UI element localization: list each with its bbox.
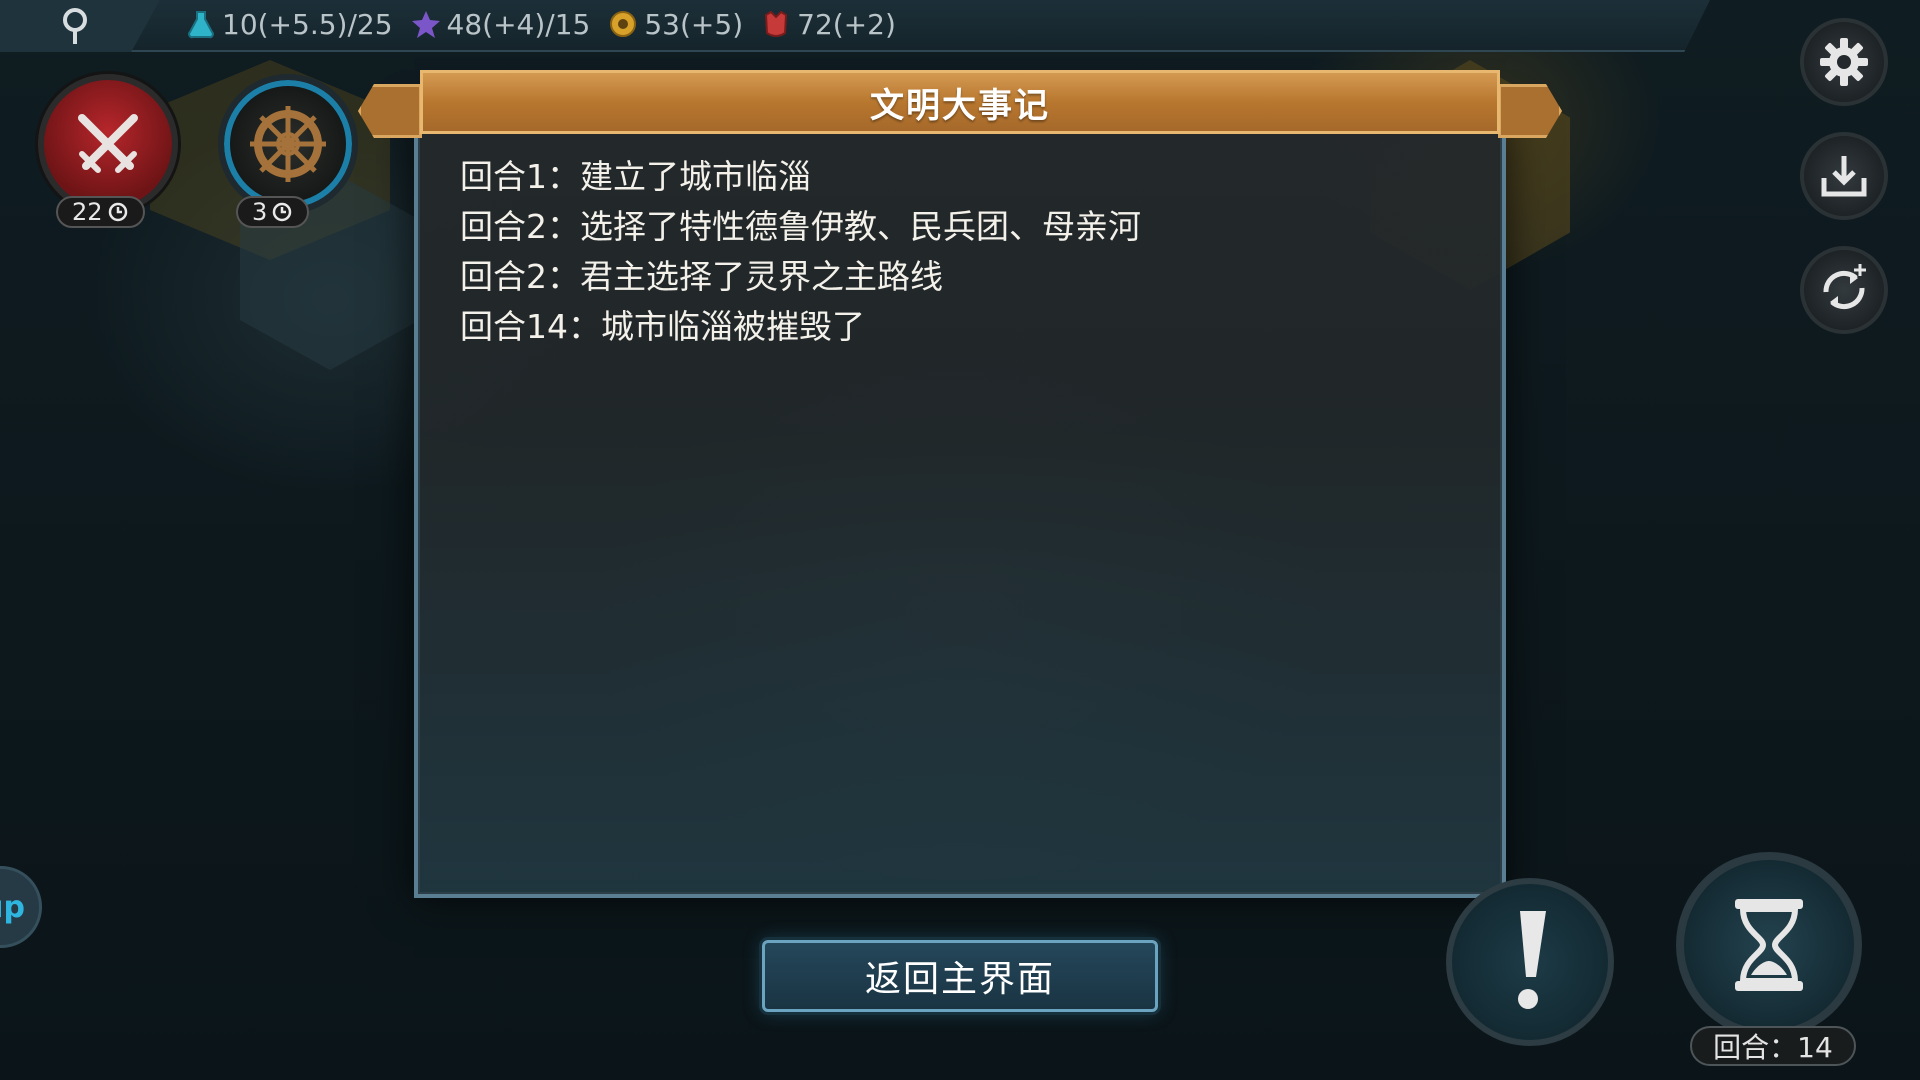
wheel-counter-value: 3 — [252, 198, 268, 226]
star-icon — [411, 11, 440, 38]
gear-icon — [1820, 38, 1868, 86]
dialog-title-banner: 文明大事记 — [420, 70, 1500, 134]
resource-culture[interactable]: 48(+4)/15 — [411, 7, 591, 41]
turn-label: 回合：14 — [1713, 1031, 1833, 1064]
war-button[interactable] — [38, 74, 178, 214]
resource-science-value: 10(+5.5)/25 — [222, 7, 393, 41]
event-item: 回合14：城市临淄被摧毁了 — [460, 307, 865, 346]
back-to-main-label: 返回主界面 — [864, 959, 1055, 1000]
flask-icon — [188, 11, 214, 39]
resource-list: 10(+5.5)/25 48(+4)/15 53(+5) 72(+2) — [186, 0, 896, 48]
wheel-button[interactable] — [218, 74, 358, 214]
download-icon — [1821, 156, 1867, 197]
faith-icon — [765, 10, 788, 37]
back-to-main-button[interactable]: 返回主界面 — [762, 940, 1158, 1012]
clock-icon — [273, 202, 292, 222]
save-button[interactable] — [1800, 132, 1888, 220]
edge-button-label: up — [0, 889, 25, 925]
hourglass-icon — [1735, 899, 1803, 991]
event-item: 回合2：君主选择了灵界之主路线 — [460, 257, 943, 296]
resource-faith[interactable]: 72(+2) — [761, 8, 896, 41]
resource-gold[interactable]: 53(+5) — [608, 8, 743, 41]
exclamation-icon — [1518, 911, 1546, 1009]
event-list: 回合1：建立了城市临淄 回合2：选择了特性德鲁伊教、民兵团、母亲河 回合2：君主… — [460, 152, 1460, 352]
resource-gold-value: 53(+5) — [644, 7, 744, 41]
wheel-counter: 3 — [236, 196, 310, 228]
resource-culture-value: 48(+4)/15 — [446, 7, 591, 41]
crossed-swords-icon — [78, 114, 138, 173]
turn-indicator: 回合：14 — [1690, 1026, 1856, 1066]
event-item: 回合1：建立了城市临淄 — [460, 157, 811, 196]
search-icon — [63, 8, 87, 44]
coin-icon — [610, 11, 637, 37]
resource-science[interactable]: 10(+5.5)/25 — [186, 8, 393, 41]
refresh-plus-icon — [1823, 264, 1866, 310]
war-counter: 22 — [56, 196, 145, 228]
resource-faith-value: 72(+2) — [797, 7, 896, 41]
ship-wheel-icon — [250, 106, 326, 182]
dialog-title: 文明大事记 — [870, 85, 1050, 126]
end-turn-button[interactable] — [1676, 852, 1862, 1038]
clock-icon — [108, 202, 127, 222]
settings-button[interactable] — [1800, 18, 1888, 106]
event-item: 回合2：选择了特性德鲁伊教、民兵团、母亲河 — [460, 207, 1141, 246]
alert-button[interactable] — [1446, 878, 1614, 1046]
war-counter-value: 22 — [72, 198, 103, 226]
diplomacy-button[interactable] — [1800, 246, 1888, 334]
